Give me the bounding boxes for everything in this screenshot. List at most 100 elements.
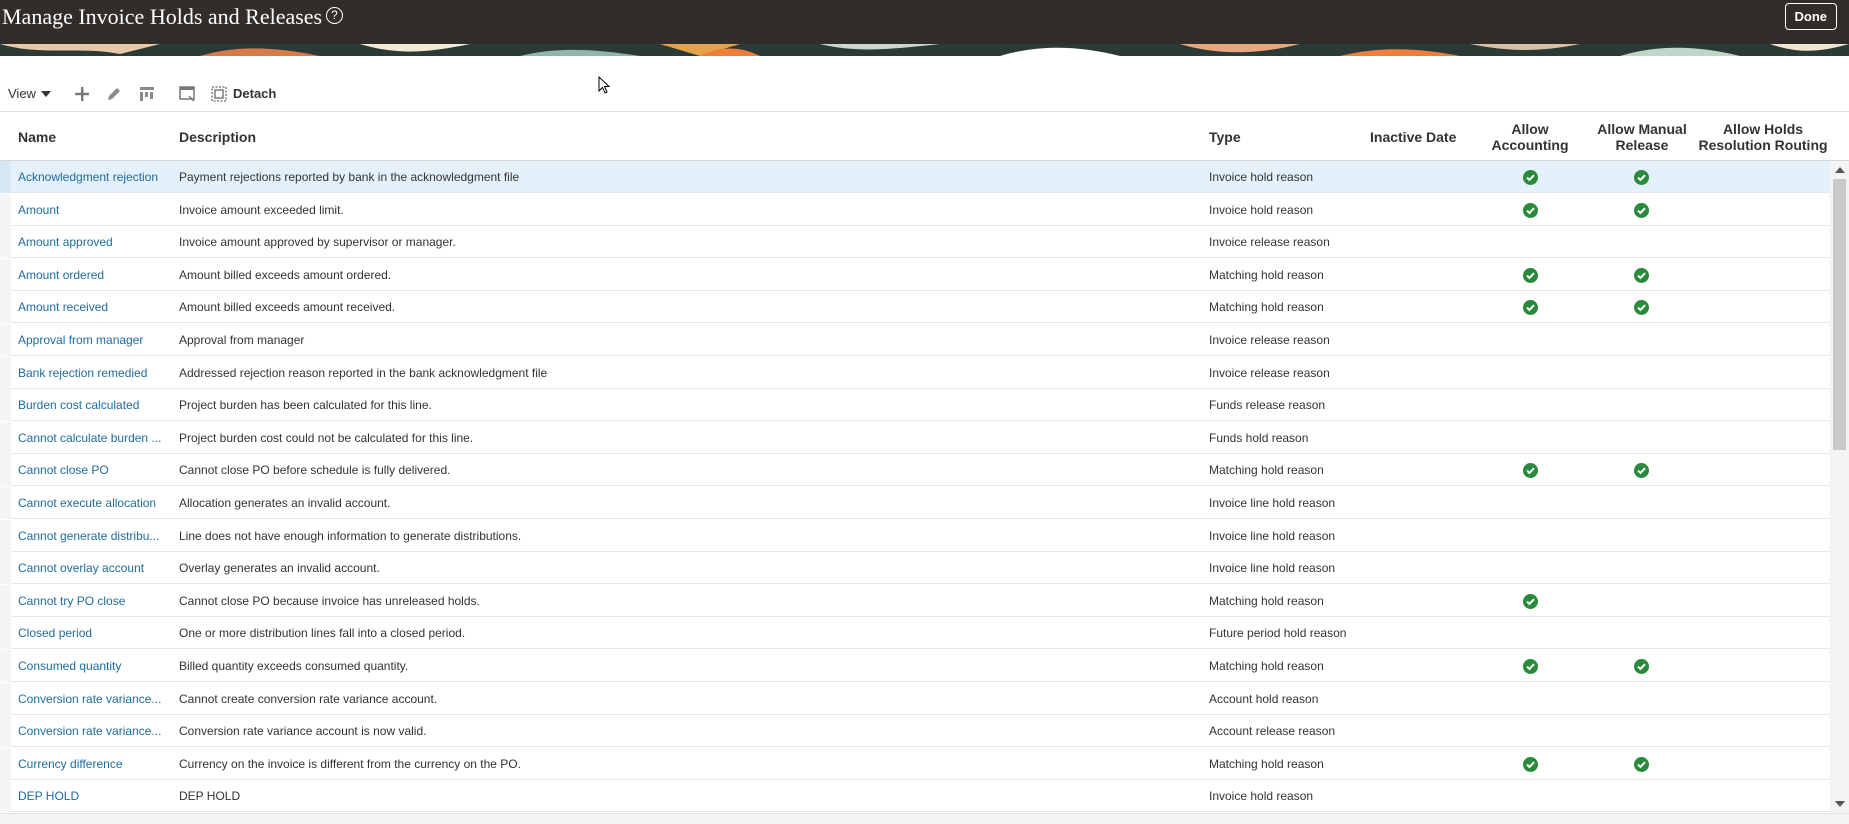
table-row[interactable]: Conversion rate variance... Cannot create… (0, 683, 1830, 715)
detach-button[interactable]: Detach (233, 86, 276, 101)
view-menu-label: View (8, 86, 36, 101)
table-row[interactable]: Amount Invoice amount exceeded limit. Invo… (0, 194, 1830, 226)
table-row[interactable]: Cannot generate distribu... Line does not… (0, 520, 1830, 552)
row-header-cell[interactable] (0, 324, 11, 356)
name-link[interactable]: Amount received (18, 291, 166, 323)
type-cell: Matching hold reason (1209, 659, 1324, 673)
horizontal-scrollbar[interactable] (0, 813, 1849, 824)
table-row[interactable]: Conversion rate variance... Conversion ra… (0, 715, 1830, 747)
description-cell: Approval from manager (179, 333, 305, 347)
pencil-icon[interactable] (104, 84, 124, 104)
inactive-date-cell (1370, 683, 1485, 715)
type-cell: Matching hold reason (1209, 300, 1324, 314)
description-cell: Invoice amount approved by supervisor or… (179, 235, 456, 249)
allow-manual-release-check-icon (1634, 203, 1649, 218)
row-header-cell[interactable] (0, 715, 11, 747)
description-cell: Invoice amount exceeded limit. (179, 203, 344, 217)
name-link[interactable]: Conversion rate variance... (18, 683, 166, 715)
row-header-cell[interactable] (0, 683, 11, 715)
column-header-allow-accounting[interactable]: Allow Accounting (1480, 121, 1580, 153)
table-row[interactable]: Cannot close PO Cannot close PO before sc… (0, 454, 1830, 486)
description-cell: Billed quantity exceeds consumed quantit… (179, 659, 409, 673)
allow-manual-release-check-icon (1634, 300, 1649, 315)
column-header-allow-manual-release[interactable]: Allow Manual Release (1586, 121, 1698, 153)
table-row[interactable]: Cannot execute allocation Allocation gene… (0, 487, 1830, 519)
row-header-cell[interactable] (0, 389, 11, 421)
row-header-cell[interactable] (0, 194, 11, 226)
name-link[interactable]: Cannot execute allocation (18, 487, 166, 519)
table-row[interactable]: DEP HOLD DEP HOLD Invoice hold reason (0, 780, 1830, 812)
table-row[interactable]: Bank rejection remedied Addressed rejecti… (0, 357, 1830, 389)
row-header-cell[interactable] (0, 454, 11, 486)
table-row[interactable]: Approval from manager Approval from manag… (0, 324, 1830, 356)
row-header-cell[interactable] (0, 748, 11, 780)
description-cell: Overlay generates an invalid account. (179, 561, 380, 575)
row-header-cell[interactable] (0, 161, 11, 193)
detach-icon[interactable] (209, 84, 229, 104)
scroll-down-icon[interactable] (1835, 801, 1845, 807)
scroll-thumb[interactable] (1833, 179, 1846, 450)
name-link[interactable]: Amount (18, 194, 166, 226)
vertical-scrollbar[interactable] (1830, 161, 1849, 813)
name-link[interactable]: Amount approved (18, 226, 166, 258)
name-link[interactable]: Amount ordered (18, 259, 166, 291)
name-link[interactable]: Approval from manager (18, 324, 166, 356)
column-header-name[interactable]: Name (18, 129, 56, 145)
table-row[interactable]: Currency difference Currency on the invoi… (0, 748, 1830, 780)
table-row[interactable]: Amount received Amount billed exceeds amo… (0, 291, 1830, 323)
name-link[interactable]: Closed period (18, 617, 166, 649)
name-link[interactable]: DEP HOLD (18, 780, 166, 812)
inactive-date-cell (1370, 161, 1485, 193)
table-row[interactable]: Amount ordered Amount billed exceeds amou… (0, 259, 1830, 291)
row-header-cell[interactable] (0, 422, 11, 454)
column-header-type[interactable]: Type (1209, 129, 1241, 145)
name-link[interactable]: Cannot close PO (18, 454, 166, 486)
inactive-date-cell (1370, 259, 1485, 291)
table-row[interactable]: Cannot overlay account Overlay generates … (0, 552, 1830, 584)
row-header-cell[interactable] (0, 552, 11, 584)
name-link[interactable]: Conversion rate variance... (18, 715, 166, 747)
row-header-cell[interactable] (0, 585, 11, 617)
row-header-cell[interactable] (0, 780, 11, 812)
freeze-icon[interactable] (177, 84, 197, 104)
table-row[interactable]: Cannot calculate burden ... Project burde… (0, 422, 1830, 454)
inactive-date-cell (1370, 324, 1485, 356)
type-cell: Funds release reason (1209, 398, 1326, 412)
question-circle-icon[interactable]: ? (326, 7, 343, 24)
name-link[interactable]: Currency difference (18, 748, 166, 780)
inactive-date-cell (1370, 454, 1485, 486)
name-link[interactable]: Burden cost calculated (18, 389, 166, 421)
row-header-cell[interactable] (0, 357, 11, 389)
row-header-cell[interactable] (0, 617, 11, 649)
done-button[interactable]: Done (1784, 3, 1837, 30)
table-row[interactable]: Cannot try PO close Cannot close PO becau… (0, 585, 1830, 617)
column-header-inactive-date[interactable]: Inactive Date (1370, 129, 1456, 145)
inactive-date-cell (1370, 226, 1485, 258)
row-header-cell[interactable] (0, 259, 11, 291)
description-cell: Line does not have enough information to… (179, 529, 522, 543)
table-row[interactable]: Acknowledgment rejection Payment rejectio… (0, 161, 1830, 193)
name-link[interactable]: Consumed quantity (18, 650, 166, 682)
row-header-cell[interactable] (0, 291, 11, 323)
table-row[interactable]: Consumed quantity Billed quantity exceeds… (0, 650, 1830, 682)
column-header-allow-holds-routing[interactable]: Allow Holds Resolution Routing (1698, 121, 1828, 153)
row-header-cell[interactable] (0, 487, 11, 519)
row-header-cell[interactable] (0, 226, 11, 258)
name-link[interactable]: Cannot overlay account (18, 552, 166, 584)
plus-icon[interactable] (72, 84, 92, 104)
type-cell: Funds hold reason (1209, 431, 1309, 445)
name-link[interactable]: Bank rejection remedied (18, 357, 166, 389)
name-link[interactable]: Cannot generate distribu... (18, 520, 166, 552)
name-link[interactable]: Cannot try PO close (18, 585, 166, 617)
scroll-up-icon[interactable] (1835, 167, 1845, 173)
table-row[interactable]: Burden cost calculated Project burden has… (0, 389, 1830, 421)
row-header-cell[interactable] (0, 520, 11, 552)
table-row[interactable]: Amount approved Invoice amount approved b… (0, 226, 1830, 258)
name-link[interactable]: Cannot calculate burden ... (18, 422, 166, 454)
row-header-cell[interactable] (0, 650, 11, 682)
name-link[interactable]: Acknowledgment rejection (18, 161, 166, 193)
view-menu[interactable]: View (8, 86, 51, 101)
column-format-icon[interactable] (137, 84, 157, 104)
column-header-description[interactable]: Description (179, 129, 256, 145)
table-row[interactable]: Closed period One or more distribution li… (0, 617, 1830, 649)
